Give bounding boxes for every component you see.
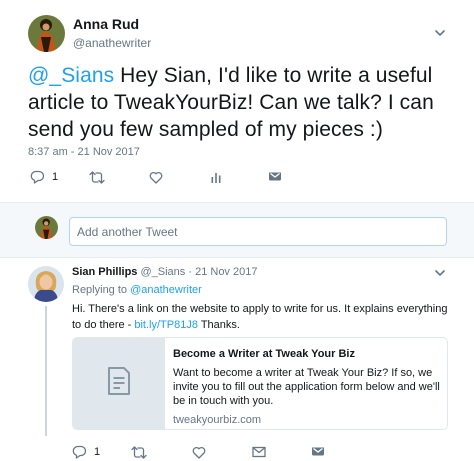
reply-count: 1 [94, 446, 101, 458]
replying-to: Replying to @anathewriter [72, 284, 202, 296]
analytics-button[interactable] [210, 169, 222, 185]
card-description: Want to become a writer at Tweak Your Bi… [173, 367, 440, 407]
envelope-icon [311, 446, 325, 458]
dm-button[interactable] [311, 444, 325, 460]
reply-link[interactable]: bit.ly/TP81J8 [134, 319, 198, 331]
reply-button[interactable]: 1 [30, 169, 58, 185]
envelope-icon [268, 171, 282, 183]
card-domain: tweakyourbiz.com [173, 414, 262, 426]
chevron-down-icon[interactable] [434, 267, 448, 281]
reply-tweet: Sian Phillips @_Sians · 21 Nov 2017 Repl… [0, 258, 474, 461]
reply-body-end: Thanks. [197, 319, 240, 331]
like-button[interactable] [149, 169, 163, 185]
replying-to-handle[interactable]: @anathewriter [130, 284, 202, 296]
user-avatar [35, 216, 58, 239]
retweet-button[interactable] [89, 169, 105, 185]
reply-header: Sian Phillips @_Sians · 21 Nov 2017 [72, 266, 257, 278]
dm-button[interactable] [268, 169, 282, 185]
analytics-icon [210, 171, 222, 184]
card-body: Become a Writer at Tweak Your Biz Want t… [173, 347, 441, 427]
reply-body: Hi. There's a link on the website to app… [72, 303, 448, 331]
card-thumbnail [73, 338, 165, 429]
reply-icon [30, 170, 45, 184]
like-button[interactable] [192, 444, 206, 460]
main-tweet: Anna Rud @anathewriter @_Sians Hey Sian,… [0, 0, 474, 200]
reply-author-name[interactable]: Sian Phillips [72, 266, 137, 278]
reply-author-avatar[interactable] [28, 266, 64, 302]
heart-icon [192, 446, 206, 459]
author-handle[interactable]: @anathewriter [73, 36, 151, 50]
retweet-icon [89, 170, 105, 184]
mail-button[interactable] [252, 444, 266, 460]
card-title: Become a Writer at Tweak Your Biz [173, 348, 355, 360]
separator-dot: · [188, 266, 193, 278]
retweet-button[interactable] [131, 444, 147, 460]
reply-author-handle[interactable]: @_Sians [140, 266, 185, 278]
author-avatar[interactable] [28, 15, 65, 52]
reply-button[interactable]: 1 [72, 444, 100, 460]
reply-date[interactable]: 21 Nov 2017 [195, 266, 257, 278]
mention-link[interactable]: @_Sians [28, 64, 114, 87]
document-icon [106, 366, 132, 401]
heart-icon [149, 171, 163, 184]
tweet-timestamp[interactable]: 8:37 am - 21 Nov 2017 [28, 146, 140, 158]
reply-composer: Add another Tweet [0, 203, 474, 257]
thread-line [45, 306, 47, 436]
chevron-down-icon[interactable] [434, 27, 448, 41]
reply-count: 1 [52, 171, 59, 183]
link-card[interactable]: Become a Writer at Tweak Your Biz Want t… [72, 337, 448, 430]
author-name[interactable]: Anna Rud [73, 16, 139, 32]
reply-icon [72, 445, 87, 459]
tweet-text: @_Sians Hey Sian, I'd like to write a us… [28, 62, 458, 143]
add-tweet-input[interactable]: Add another Tweet [69, 217, 447, 246]
reply-text: Hi. There's a link on the website to app… [72, 301, 448, 333]
mail-icon [252, 446, 266, 458]
retweet-icon [131, 445, 147, 459]
replying-to-prefix: Replying to [72, 284, 128, 296]
